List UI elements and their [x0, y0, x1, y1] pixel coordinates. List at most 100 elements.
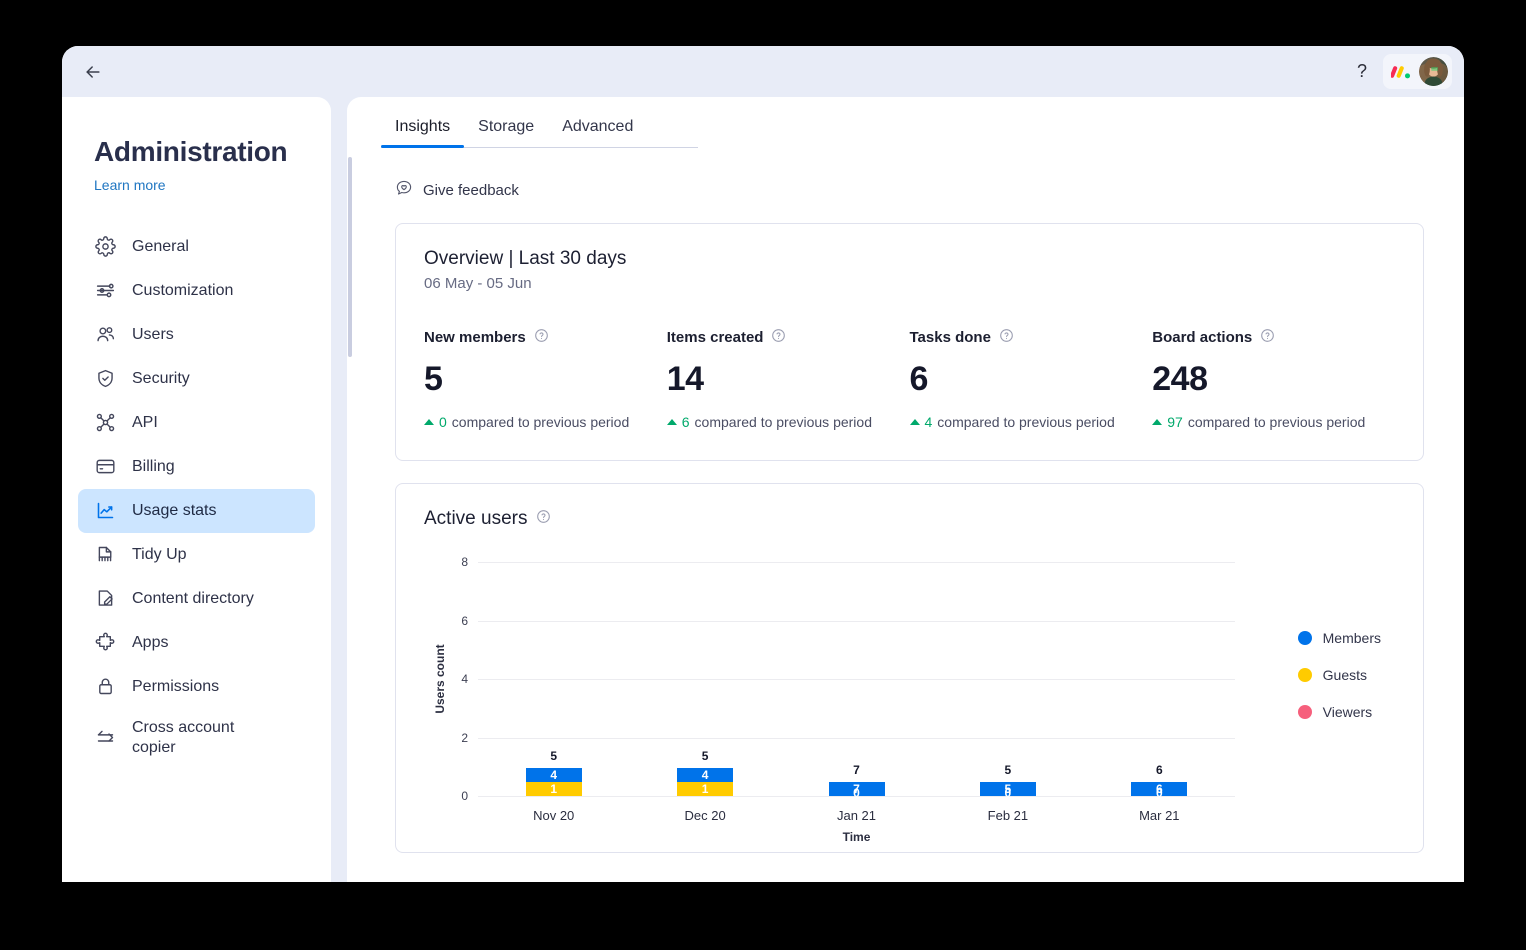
main-scroll-area: Insights Storage Advanced Give feedback: [347, 97, 1464, 882]
avatar[interactable]: [1419, 57, 1448, 86]
sidebar-item-label: Apps: [132, 633, 168, 653]
sidebar-item-label: API: [132, 413, 158, 433]
chart-bar-segment-guests[interactable]: 1: [677, 782, 733, 796]
legend-swatch: [1298, 631, 1312, 645]
legend-label: Guests: [1323, 667, 1367, 683]
chart-bar[interactable]: 514Dec 20: [677, 768, 733, 796]
legend-swatch: [1298, 705, 1312, 719]
give-feedback-button[interactable]: Give feedback: [395, 179, 519, 201]
stat-items-created: Items created 14 6: [667, 328, 910, 430]
chart-bar[interactable]: 606Mar 21: [1131, 782, 1187, 796]
chart-bar-group[interactable]: 505Feb 21: [980, 782, 1036, 796]
chart-bar-group[interactable]: 514Nov 20: [526, 768, 582, 796]
stat-delta-suffix: compared to previous period: [695, 414, 872, 430]
chart-bar[interactable]: 505Feb 21: [980, 782, 1036, 796]
chart-bar-group[interactable]: 514Dec 20: [677, 768, 733, 796]
sidebar-item-label: Tidy Up: [132, 545, 187, 565]
sidebar-item-permissions[interactable]: Permissions: [78, 665, 315, 709]
chart-y-tick: 2: [461, 731, 468, 745]
sidebar-item-label: Cross account copier: [132, 718, 262, 758]
users-icon: [94, 324, 116, 346]
chart-x-tick: Jan 21: [837, 808, 876, 823]
chart-bar-segment-members[interactable]: 4: [677, 768, 733, 782]
stat-delta-suffix: compared to previous period: [1188, 414, 1365, 430]
chart-bar-segment-guests[interactable]: 1: [526, 782, 582, 796]
sidebar-item-cross-account-copier[interactable]: Cross account copier: [78, 709, 315, 767]
gear-icon: [94, 236, 116, 258]
chart-bar-total-label: 5: [526, 749, 582, 763]
sidebar-item-label: General: [132, 237, 189, 257]
sidebar-item-security[interactable]: Security: [78, 357, 315, 401]
back-button[interactable]: [76, 55, 110, 89]
sidebar-item-apps[interactable]: Apps: [78, 621, 315, 665]
sidebar-item-users[interactable]: Users: [78, 313, 315, 357]
chart-gridline: [478, 621, 1235, 622]
stat-label: Tasks done: [910, 329, 991, 346]
legend-item-viewers[interactable]: Viewers: [1298, 704, 1381, 720]
chart-x-tick: Mar 21: [1139, 808, 1179, 823]
question-circle-icon[interactable]: [1260, 328, 1275, 347]
chart-title-label: Active users: [424, 508, 527, 530]
sidebar-item-billing[interactable]: Billing: [78, 445, 315, 489]
chart-x-axis-label: Time: [843, 830, 871, 844]
credit-card-icon: [94, 456, 116, 478]
help-button[interactable]: ?: [1345, 55, 1379, 89]
stat-header: New members: [424, 328, 667, 347]
legend-item-members[interactable]: Members: [1298, 630, 1381, 646]
main-wrapper: Insights Storage Advanced Give feedback: [331, 97, 1464, 882]
tab-advanced[interactable]: Advanced: [548, 106, 647, 147]
stat-delta-value: 6: [682, 414, 690, 430]
chart-gridline: [478, 679, 1235, 680]
tab-storage[interactable]: Storage: [464, 106, 548, 147]
stat-delta-suffix: compared to previous period: [937, 414, 1114, 430]
stat-value: 14: [667, 360, 910, 399]
account-chip[interactable]: [1383, 54, 1452, 89]
chart-y-tick: 4: [461, 672, 468, 686]
stat-value: 6: [910, 360, 1153, 399]
sidebar-item-label: Permissions: [132, 677, 219, 697]
api-nodes-icon: [94, 412, 116, 434]
question-circle-icon[interactable]: [771, 328, 786, 347]
chart-bar[interactable]: 514Nov 20: [526, 768, 582, 796]
sidebar-item-general[interactable]: General: [78, 225, 315, 269]
question-circle-icon[interactable]: [534, 328, 549, 347]
puzzle-icon: [94, 632, 116, 654]
main-panel: Insights Storage Advanced Give feedback: [347, 97, 1464, 882]
stat-label: New members: [424, 329, 526, 346]
broom-icon: [94, 544, 116, 566]
tab-insights[interactable]: Insights: [381, 106, 464, 147]
stat-label: Board actions: [1152, 329, 1252, 346]
app-window: ?: [62, 46, 1464, 882]
chart-bar-segment-members[interactable]: 4: [526, 768, 582, 782]
stat-header: Board actions: [1152, 328, 1395, 347]
chart-bar-group[interactable]: 606Mar 21: [1131, 782, 1187, 796]
lock-icon: [94, 676, 116, 698]
stat-new-members: New members 5 0 co: [424, 328, 667, 430]
sidebar-nav: General Customization Users: [62, 225, 331, 767]
stat-delta-value: 4: [925, 414, 933, 430]
question-circle-icon[interactable]: [536, 508, 551, 530]
learn-more-link[interactable]: Learn more: [94, 177, 166, 193]
sidebar-item-label: Billing: [132, 457, 175, 477]
sidebar-item-customization[interactable]: Customization: [78, 269, 315, 313]
stat-value: 248: [1152, 360, 1395, 399]
monday-logo: [1391, 64, 1413, 80]
legend-label: Members: [1323, 630, 1381, 646]
arrows-exchange-icon: [94, 727, 116, 749]
trend-up-icon: [910, 419, 920, 425]
active-users-card: Active users Users count 02468 514Nov 20…: [395, 483, 1424, 853]
trend-up-icon: [424, 419, 434, 425]
chart-bar-group[interactable]: 707Jan 21: [829, 782, 885, 796]
sidebar-item-tidy-up[interactable]: Tidy Up: [78, 533, 315, 577]
sidebar-item-api[interactable]: API: [78, 401, 315, 445]
chart-gridline: [478, 738, 1235, 739]
chart-bar[interactable]: 707Jan 21: [829, 782, 885, 796]
question-circle-icon[interactable]: [999, 328, 1014, 347]
sidebar-item-content-directory[interactable]: Content directory: [78, 577, 315, 621]
sidebar-item-usage-stats[interactable]: Usage stats: [78, 489, 315, 533]
chart-y-tick: 8: [461, 555, 468, 569]
sidebar-item-label: Users: [132, 325, 174, 345]
sidebar: Administration Learn more General: [62, 97, 331, 882]
sidebar-item-label: Content directory: [132, 589, 254, 609]
legend-item-guests[interactable]: Guests: [1298, 667, 1381, 683]
